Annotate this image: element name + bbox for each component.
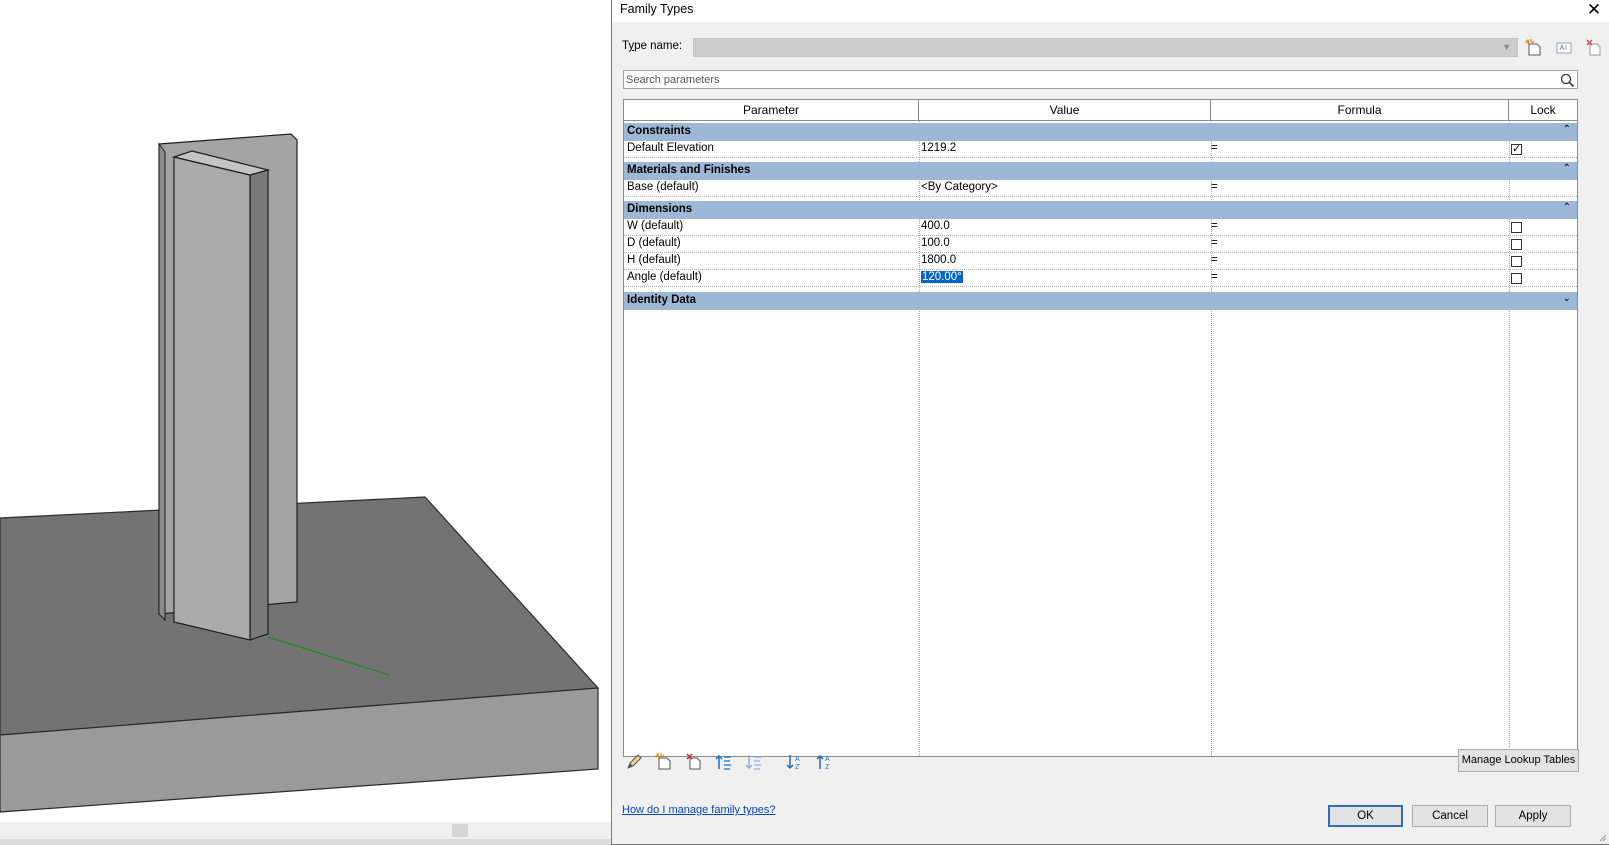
header-lock[interactable]: Lock [1509, 100, 1577, 120]
group-dimensions[interactable]: Dimensions ⌃ [624, 201, 1577, 219]
move-up-icon [715, 754, 731, 770]
parameter-name: H (default) [627, 254, 681, 266]
edit-parameter-button[interactable] [624, 752, 644, 772]
dialog-title-bar: Family Types ✕ [612, 0, 1609, 22]
column-front-side [249, 169, 269, 641]
group-constraints[interactable]: Constraints ⌃ [624, 123, 1577, 141]
model-3d-view [0, 133, 600, 813]
type-name-dropdown[interactable]: ▼ [693, 38, 1518, 57]
delete-type-icon [1586, 39, 1601, 56]
group-materials-and-finishes[interactable]: Materials and Finishes ⌃ [624, 162, 1577, 180]
resize-grip-icon[interactable] [1597, 832, 1607, 842]
new-parameter-button[interactable] [654, 752, 674, 772]
collapse-icon[interactable]: ⌃ [1563, 202, 1571, 213]
rename-type-icon [1556, 42, 1572, 54]
lock-checkbox[interactable] [1511, 273, 1522, 284]
parameter-formula[interactable]: = [1211, 142, 1218, 154]
rename-type-button[interactable] [1554, 38, 1574, 58]
sort-ascending-icon: A Z [786, 755, 800, 771]
delete-type-button[interactable] [1584, 38, 1604, 58]
parameter-formula[interactable]: = [1211, 220, 1218, 232]
search-icon[interactable] [1559, 72, 1575, 88]
lock-checkbox[interactable] [1511, 256, 1522, 267]
lock-checkbox[interactable] [1511, 239, 1522, 250]
svg-text:Z: Z [825, 764, 830, 771]
move-down-button[interactable] [744, 752, 764, 772]
parameter-grid: Parameter Value Formula Lock Constraints… [623, 99, 1578, 757]
apply-button[interactable]: Apply [1495, 805, 1571, 827]
column-front-face [173, 156, 251, 641]
viewport-status-strip [0, 839, 611, 845]
new-type-button[interactable] [1524, 38, 1544, 58]
viewport-scroll-thumb[interactable] [452, 824, 468, 837]
expand-icon[interactable]: ⌄ [1563, 293, 1571, 304]
parameter-value[interactable]: 1219.2 [921, 142, 956, 154]
collapse-icon[interactable]: ⌃ [1563, 163, 1571, 174]
group-label: Constraints [627, 125, 691, 137]
table-row: W (default) 400.0 = [624, 219, 1577, 236]
model-viewport[interactable] [0, 0, 611, 845]
header-parameter[interactable]: Parameter [624, 100, 919, 120]
parameter-value[interactable]: 400.0 [921, 220, 950, 232]
close-button[interactable]: ✕ [1585, 0, 1603, 20]
new-type-icon [1524, 38, 1541, 56]
svg-text:Z: Z [795, 764, 800, 771]
manage-lookup-tables-button[interactable]: Manage Lookup Tables [1458, 749, 1579, 772]
viewport-scrollbar[interactable] [0, 822, 611, 839]
move-up-button[interactable] [714, 752, 734, 772]
sort-ascending-button[interactable]: A Z [786, 752, 806, 772]
ok-button[interactable]: OK [1328, 805, 1403, 827]
parameter-value[interactable]: 100.0 [921, 237, 950, 249]
lock-checkbox[interactable] [1511, 222, 1522, 233]
search-input[interactable] [626, 72, 1546, 87]
family-types-dialog: Family Types ✕ Type name: ▼ Search param… [611, 0, 1609, 845]
group-label: Dimensions [627, 203, 693, 215]
move-down-icon [745, 755, 761, 770]
sort-descending-button[interactable]: A Z [816, 752, 836, 772]
parameter-name: D (default) [627, 237, 681, 249]
header-value[interactable]: Value [919, 100, 1211, 120]
table-row: H (default) 1800.0 = [624, 253, 1577, 270]
collapse-icon[interactable]: ⌃ [1563, 124, 1571, 135]
parameter-formula[interactable]: = [1211, 237, 1218, 249]
help-link[interactable]: How do I manage family types? [622, 804, 775, 816]
header-formula[interactable]: Formula [1211, 100, 1509, 120]
parameter-formula[interactable]: = [1211, 181, 1218, 193]
group-label: Materials and Finishes [627, 164, 751, 176]
column-back-edge [158, 142, 166, 622]
parameter-value[interactable]: <By Category> [921, 181, 998, 193]
type-name-label: Type name: [622, 40, 683, 52]
parameter-name: Angle (default) [627, 271, 702, 283]
edit-parameter-icon [627, 754, 642, 769]
lock-checkbox[interactable] [1511, 142, 1522, 155]
dialog-title: Family Types [620, 2, 694, 16]
table-row: Angle (default) 120.00° = [624, 270, 1577, 287]
cancel-button[interactable]: Cancel [1412, 805, 1488, 827]
parameter-name: W (default) [627, 220, 684, 232]
search-box[interactable] [623, 70, 1578, 89]
close-icon: ✕ [1586, 0, 1602, 19]
svg-text:A: A [825, 756, 830, 763]
parameter-name: Default Elevation [627, 142, 714, 154]
parameter-formula[interactable]: = [1211, 254, 1218, 266]
group-label: Identity Data [627, 294, 697, 306]
group-identity-data[interactable]: Identity Data ⌄ [624, 292, 1577, 310]
delete-parameter-icon [686, 753, 701, 770]
sort-descending-icon: A Z [816, 754, 830, 771]
new-parameter-icon [654, 752, 671, 770]
table-row: D (default) 100.0 = [624, 236, 1577, 253]
parameter-name: Base (default) [627, 181, 699, 193]
table-row: Default Elevation 1219.2 = [624, 141, 1577, 158]
svg-text:A: A [795, 756, 800, 763]
delete-parameter-button[interactable] [684, 752, 704, 772]
chevron-down-icon: ▼ [1502, 42, 1511, 52]
parameter-value[interactable]: 1800.0 [921, 254, 956, 266]
parameter-value-editing[interactable]: 120.00° [921, 271, 963, 283]
parameter-formula[interactable]: = [1211, 271, 1218, 283]
table-row: Base (default) <By Category> = [624, 180, 1577, 197]
grid-header: Parameter Value Formula Lock [624, 100, 1577, 121]
